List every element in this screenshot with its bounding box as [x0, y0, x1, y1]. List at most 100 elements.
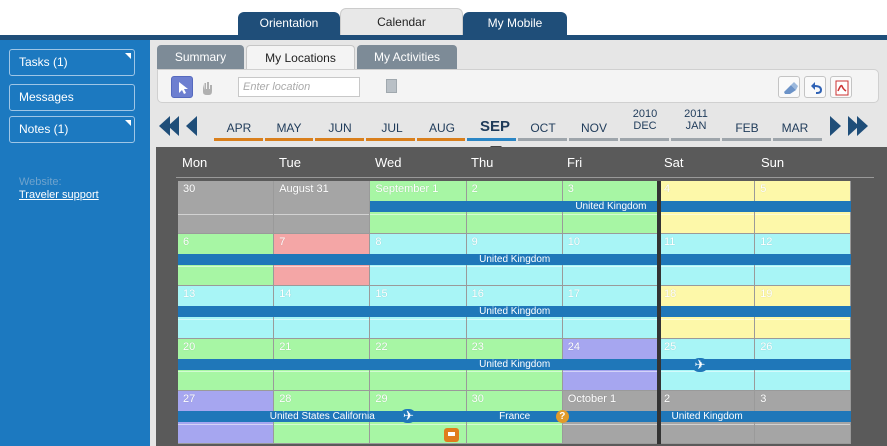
- day-cell-lower: [178, 318, 274, 338]
- pan-tool-button[interactable]: [195, 76, 217, 98]
- location-band[interactable]: United Kingdom: [178, 253, 852, 265]
- tasks-label: Tasks (1): [19, 55, 68, 69]
- location-band[interactable]: France: [466, 411, 563, 422]
- day-number: 28: [279, 393, 292, 405]
- year-2011: 2011: [684, 108, 708, 120]
- month-bar: [265, 138, 313, 141]
- tab-my-activities[interactable]: My Activities: [357, 45, 457, 69]
- day-number: 19: [760, 288, 773, 300]
- tab-my-locations[interactable]: My Locations: [246, 45, 355, 69]
- tab-calendar[interactable]: Calendar: [340, 8, 463, 35]
- day-header-sun: Sun: [761, 155, 785, 170]
- messages-label: Messages: [19, 90, 74, 104]
- day-cell-lower: [178, 371, 274, 390]
- day-cell-lower: [755, 371, 851, 390]
- month-mar[interactable]: MAR: [770, 121, 820, 135]
- day-cell-lower: [274, 318, 370, 338]
- day-number: 10: [567, 235, 581, 248]
- month-may[interactable]: MAY: [264, 121, 314, 135]
- undo-icon: [811, 82, 822, 94]
- tab-my-mobile[interactable]: My Mobile: [463, 12, 567, 35]
- messages-button[interactable]: Messages: [9, 84, 135, 111]
- jump-back-icon-2[interactable]: [168, 116, 179, 136]
- day-number: 17: [567, 288, 581, 300]
- day-number: 12: [760, 235, 773, 248]
- location-band[interactable]: United Kingdom: [370, 201, 852, 212]
- month-aug[interactable]: AUG: [417, 121, 467, 135]
- month-feb[interactable]: FEB: [722, 121, 772, 135]
- day-number: 7: [279, 235, 286, 248]
- day-cell-lower: [659, 266, 755, 285]
- day-number: 9: [471, 235, 478, 248]
- header-divider: [176, 177, 874, 178]
- note-icon[interactable]: [444, 428, 460, 442]
- day-cell-lower: [755, 266, 851, 285]
- eraser-button[interactable]: [778, 76, 800, 98]
- day-cell-lower: [562, 266, 658, 285]
- eraser-icon: [784, 82, 798, 94]
- day-number: 4: [664, 183, 671, 195]
- month-jul[interactable]: JUL: [367, 121, 417, 135]
- tab-summary[interactable]: Summary: [157, 45, 244, 69]
- month-jun[interactable]: JUN: [315, 121, 365, 135]
- question-icon[interactable]: ?: [555, 410, 569, 423]
- year-2010: 2010: [632, 108, 658, 120]
- day-cell-lower: [755, 318, 851, 338]
- expand-corner-icon: [125, 120, 131, 126]
- location-band[interactable]: United Kingdom: [178, 358, 852, 370]
- pointer-icon: [179, 82, 188, 94]
- calendar-grid: Mon Tue Wed Thu Fri Sat Sun 30 August 31 S…: [156, 147, 887, 446]
- month-nov[interactable]: NOV: [569, 121, 619, 135]
- day-cell-lower: [274, 266, 370, 285]
- tasks-button[interactable]: Tasks (1): [9, 49, 135, 76]
- prev-month-icon[interactable]: [186, 116, 197, 136]
- traveler-support-link[interactable]: Traveler support: [19, 189, 99, 201]
- location-band[interactable]: United Kingdom: [562, 411, 852, 422]
- day-number: 6: [183, 235, 190, 248]
- location-band[interactable]: United Kingdom: [178, 306, 852, 317]
- day-cell-lower: [755, 423, 851, 443]
- undo-button[interactable]: [804, 76, 826, 98]
- day-header-wed: Wed: [375, 155, 402, 170]
- top-tab-bar: Orientation Calendar My Mobile: [0, 0, 887, 35]
- notes-button[interactable]: Notes (1): [9, 116, 135, 143]
- day-number: 27: [183, 393, 196, 405]
- select-tool-button[interactable]: [171, 76, 193, 98]
- day-header-tue: Tue: [279, 155, 301, 170]
- month-bar: [315, 138, 364, 141]
- location-band[interactable]: United States California: [178, 411, 467, 422]
- jump-forward-icon-2[interactable]: [857, 116, 868, 136]
- month-sep-current[interactable]: SEP: [470, 118, 520, 135]
- month-bar: [569, 138, 618, 141]
- day-cell-lower: [466, 371, 562, 390]
- sidebar: Tasks (1) Messages Notes (1) Website: Tr…: [0, 40, 150, 446]
- day-number: September 1: [375, 183, 439, 195]
- month-jan[interactable]: JAN: [671, 121, 721, 132]
- day-number: 25: [664, 340, 677, 353]
- next-month-icon[interactable]: [830, 116, 841, 136]
- website-label: Website:: [19, 176, 62, 188]
- day-number: 30: [471, 393, 484, 405]
- day-cell-lower: [659, 423, 755, 443]
- airplane-icon[interactable]: ✈: [692, 357, 708, 372]
- toolbar: [157, 69, 879, 103]
- day-number: 18: [664, 288, 677, 300]
- location-input[interactable]: [238, 77, 360, 97]
- month-bar: [722, 138, 771, 141]
- location-picker-button[interactable]: [386, 79, 397, 93]
- airplane-icon[interactable]: ✈: [400, 409, 417, 423]
- day-cell[interactable]: 30: [178, 181, 275, 234]
- pdf-export-button[interactable]: [830, 76, 852, 98]
- day-number: 30: [183, 183, 196, 195]
- month-oct[interactable]: OCT: [518, 121, 568, 135]
- month-dec[interactable]: DEC: [620, 121, 670, 132]
- day-cell-lower: [370, 266, 466, 285]
- day-number: August 31: [279, 183, 329, 195]
- tab-orientation[interactable]: Orientation: [238, 12, 340, 35]
- day-number: 2: [664, 393, 671, 405]
- month-apr[interactable]: APR: [214, 121, 264, 135]
- month-bar: [620, 138, 669, 141]
- month-bar: [518, 138, 567, 141]
- day-number: 3: [567, 183, 574, 195]
- day-cell[interactable]: August 31: [274, 181, 371, 234]
